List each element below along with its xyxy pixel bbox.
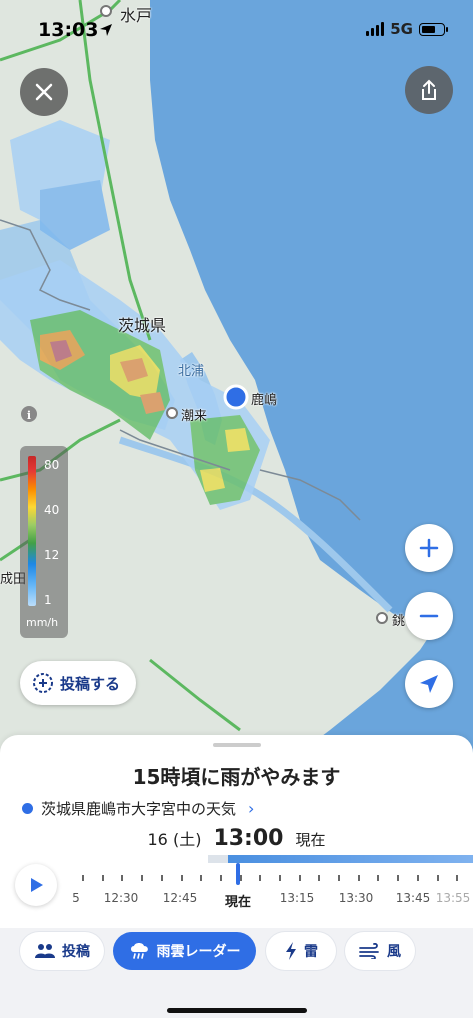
forecast-sheet: 15時頃に雨がやみます 茨城県鹿嶋市大字宮中の天気 › 16 (土) 13:00… [0, 735, 473, 1024]
now-tag: 現在 [295, 831, 326, 849]
timeline-tick [456, 875, 458, 881]
time-slider[interactable]: 5 12:30 12:45 現在 13:15 13:30 13:45 13:55 [60, 853, 473, 915]
chevron-right-icon: › [248, 799, 255, 818]
timeline-tick [397, 875, 399, 881]
people-icon [35, 944, 55, 958]
timeline-tick [141, 875, 143, 881]
locate-button[interactable] [405, 660, 453, 708]
timeline-tick [437, 875, 439, 881]
location-dot-icon [22, 803, 33, 814]
rain-cloud-icon [130, 943, 148, 959]
timeline-tick [200, 875, 202, 881]
play-button[interactable] [15, 864, 57, 906]
timeline-tick [240, 875, 242, 881]
timeline-tick [279, 875, 281, 881]
tab-label: 投稿 [62, 944, 90, 960]
current-location-marker [223, 384, 249, 410]
timeline-label: 12:30 [103, 891, 139, 905]
timeline-tick [220, 875, 222, 881]
legend-color-bar [28, 456, 36, 606]
time-display: 16 (土) 13:00 現在 [0, 826, 473, 851]
wind-icon [359, 943, 379, 959]
zoom-in-button[interactable] [405, 524, 453, 572]
timeline-tick [417, 875, 419, 881]
rain-headline: 15時頃に雨がやみます [132, 765, 341, 789]
legend-tick: 80 [44, 458, 60, 472]
svg-text:i: i [27, 409, 31, 422]
navigation-arrow-icon [420, 675, 438, 693]
timeline-label: 13:45 [395, 891, 431, 905]
timeline-label: 12:45 [162, 891, 198, 905]
location-text: 茨城県鹿嶋市大字宮中の天気 [41, 800, 237, 818]
post-icon [33, 673, 53, 693]
tab-wind[interactable]: 風 [345, 932, 415, 970]
timeline-tick [318, 875, 320, 881]
timeline-tick [338, 875, 340, 881]
legend-unit: mm/h [26, 616, 59, 629]
post-button-label: 投稿する [60, 674, 121, 693]
timeline-tick [102, 875, 104, 881]
timeline-cursor[interactable] [236, 863, 240, 885]
tab-label: 雷 [304, 944, 318, 960]
post-report-button[interactable]: 投稿する [20, 661, 137, 705]
date-text: 16 (土) [147, 830, 202, 849]
timeline-label: 13:55 [435, 891, 471, 905]
status-bar: 13:03 5G [0, 0, 473, 60]
timeline-label-now: 現在 [224, 895, 252, 910]
map-label-ibaraki: 茨城県 [118, 316, 167, 335]
timeline-label: 13:15 [279, 891, 315, 905]
timeline-tick [181, 875, 183, 881]
map-label-choshi: 銚 [392, 614, 406, 629]
map-label-kitaura: 北浦 [178, 364, 205, 379]
signal-icon [366, 22, 385, 36]
timeline-tick [299, 875, 301, 881]
lightning-icon [286, 942, 296, 960]
timeline-tick [377, 875, 379, 881]
plus-icon [419, 538, 439, 558]
location-arrow-icon [99, 22, 113, 41]
sheet-grabber[interactable] [213, 743, 261, 747]
timeline-tick [161, 875, 163, 881]
close-button[interactable] [20, 68, 68, 116]
timeline-ticks [60, 875, 473, 885]
timeline-tick [121, 875, 123, 881]
timeline-tick [358, 875, 360, 881]
battery-icon [419, 22, 448, 36]
timeline-tick [82, 875, 84, 881]
legend-tick: 40 [44, 503, 60, 517]
legend-tick: 1 [44, 593, 52, 607]
timeline-label: 13:30 [338, 891, 374, 905]
timeline-label: 5 [72, 891, 80, 905]
tab-label: 風 [387, 944, 401, 960]
tab-posts[interactable]: 投稿 [20, 932, 104, 970]
play-icon [31, 878, 43, 892]
rain-legend: 80 40 12 1 mm/h [20, 446, 68, 638]
network-type: 5G [390, 20, 413, 38]
timeline-tick [259, 875, 261, 881]
home-indicator [167, 1008, 307, 1013]
tab-label: 雨雲レーダー [156, 944, 241, 960]
map-label-kashima: 鹿嶋 [251, 393, 278, 408]
close-icon [35, 83, 53, 101]
tab-lightning[interactable]: 雷 [266, 932, 336, 970]
map-label-itako: 潮来 [181, 409, 208, 424]
share-icon [422, 79, 436, 100]
status-time: 13:03 [38, 19, 99, 41]
share-button[interactable] [405, 66, 453, 114]
tab-rain-radar[interactable]: 雨雲レーダー [113, 932, 256, 970]
bottom-tab-bar: 投稿 雨雲レーダー 雷 風 [0, 928, 473, 1018]
forecast-track [208, 855, 473, 863]
minus-icon [419, 614, 439, 618]
radar-map[interactable]: i [0, 0, 473, 760]
zoom-out-button[interactable] [405, 592, 453, 640]
time-text: 13:00 [213, 826, 284, 851]
location-link[interactable]: 茨城県鹿嶋市大字宮中の天気 › [22, 798, 254, 819]
legend-tick: 12 [44, 548, 60, 562]
